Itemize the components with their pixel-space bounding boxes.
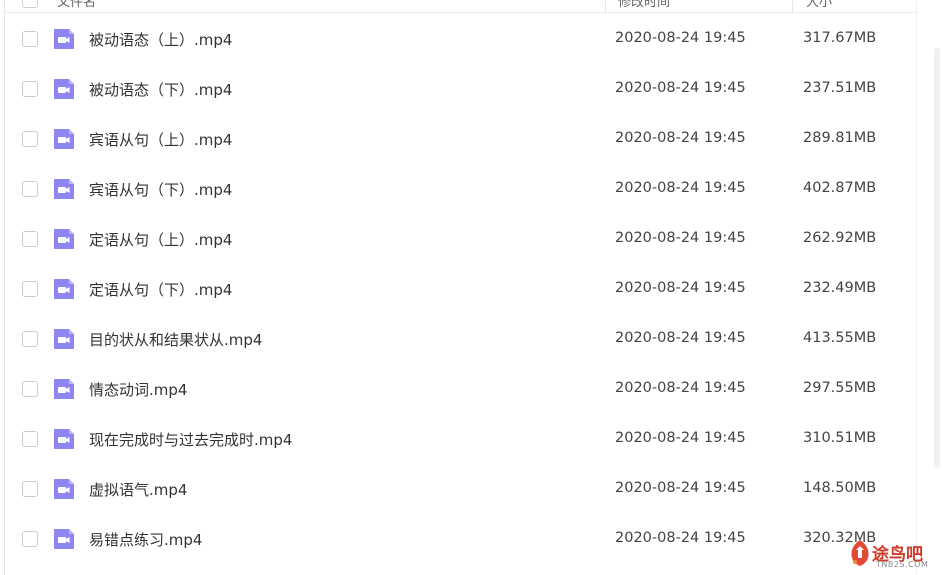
- file-modified-date: 2020-08-24 19:45: [615, 380, 746, 396]
- video-file-icon: [54, 79, 74, 99]
- video-file-icon: [54, 529, 74, 549]
- header-divider[interactable]: [792, 0, 793, 12]
- watermark-subtext: TNB2S.COM: [876, 560, 929, 569]
- row-checkbox[interactable]: [22, 181, 38, 197]
- header-divider[interactable]: [605, 0, 606, 12]
- row-checkbox[interactable]: [22, 31, 38, 47]
- row-checkbox[interactable]: [22, 281, 38, 297]
- file-name[interactable]: 被动语态（下）.mp4: [89, 79, 232, 100]
- row-checkbox[interactable]: [22, 531, 38, 547]
- file-size: 237.51MB: [803, 80, 877, 96]
- select-all-checkbox[interactable]: [22, 0, 38, 8]
- video-file-icon: [54, 379, 74, 399]
- file-browser: 文件名 修改时间 大小 被动语态（上）.mp4 2020-08-24 19:45 3…: [0, 0, 946, 575]
- file-row[interactable]: 宾语从句（上）.mp4 2020-08-24 19:45 289.81MB: [0, 115, 916, 165]
- file-modified-date: 2020-08-24 19:45: [615, 230, 746, 246]
- video-file-icon: [54, 479, 74, 499]
- video-file-icon: [54, 129, 74, 149]
- file-row[interactable]: 现在完成时与过去完成时.mp4 2020-08-24 19:45 310.51MB: [0, 415, 916, 465]
- file-modified-date: 2020-08-24 19:45: [615, 430, 746, 446]
- file-row[interactable]: 易错点练习.mp4 2020-08-24 19:45 320.32MB: [0, 515, 916, 565]
- file-modified-date: 2020-08-24 19:45: [615, 480, 746, 496]
- video-file-icon: [54, 229, 74, 249]
- file-name[interactable]: 现在完成时与过去完成时.mp4: [89, 429, 292, 450]
- video-file-icon: [54, 329, 74, 349]
- file-size: 148.50MB: [803, 480, 877, 496]
- file-size: 317.67MB: [803, 30, 877, 46]
- file-modified-date: 2020-08-24 19:45: [615, 30, 746, 46]
- file-size: 262.92MB: [803, 230, 877, 246]
- row-checkbox[interactable]: [22, 131, 38, 147]
- video-file-icon: [54, 429, 74, 449]
- file-size: 232.49MB: [803, 280, 877, 296]
- video-file-icon: [54, 179, 74, 199]
- file-name[interactable]: 宾语从句（上）.mp4: [89, 129, 232, 150]
- file-name[interactable]: 宾语从句（下）.mp4: [89, 179, 232, 200]
- file-name[interactable]: 目的状从和结果状从.mp4: [89, 329, 262, 350]
- row-checkbox[interactable]: [22, 481, 38, 497]
- row-checkbox[interactable]: [22, 231, 38, 247]
- header-name[interactable]: 文件名: [57, 0, 96, 10]
- file-size: 297.55MB: [803, 380, 877, 396]
- file-row[interactable]: 情态动词.mp4 2020-08-24 19:45 297.55MB: [0, 365, 916, 415]
- file-name[interactable]: 虚拟语气.mp4: [89, 479, 187, 500]
- file-size: 289.81MB: [803, 130, 877, 146]
- file-name[interactable]: 定语从句（上）.mp4: [89, 229, 232, 250]
- file-name[interactable]: 定语从句（下）.mp4: [89, 279, 232, 300]
- row-checkbox[interactable]: [22, 381, 38, 397]
- header-date[interactable]: 修改时间: [618, 0, 670, 10]
- file-modified-date: 2020-08-24 19:45: [615, 180, 746, 196]
- file-modified-date: 2020-08-24 19:45: [615, 80, 746, 96]
- row-checkbox[interactable]: [22, 331, 38, 347]
- file-modified-date: 2020-08-24 19:45: [615, 280, 746, 296]
- video-file-icon: [54, 279, 74, 299]
- row-checkbox[interactable]: [22, 431, 38, 447]
- file-row[interactable]: 定语从句（下）.mp4 2020-08-24 19:45 232.49MB: [0, 265, 916, 315]
- file-size: 310.51MB: [803, 430, 877, 446]
- file-row[interactable]: 虚拟语气.mp4 2020-08-24 19:45 148.50MB: [0, 465, 916, 515]
- file-row[interactable]: 目的状从和结果状从.mp4 2020-08-24 19:45 413.55MB: [0, 315, 916, 365]
- header-size[interactable]: 大小: [806, 0, 832, 10]
- file-row[interactable]: 定语从句（上）.mp4 2020-08-24 19:45 262.92MB: [0, 215, 916, 265]
- file-size: 413.55MB: [803, 330, 877, 346]
- file-row[interactable]: 宾语从句（下）.mp4 2020-08-24 19:45 402.87MB: [0, 165, 916, 215]
- file-modified-date: 2020-08-24 19:45: [615, 330, 746, 346]
- scrollbar-thumb[interactable]: [934, 48, 940, 468]
- watermark: 途鸟吧 TNB2S.COM: [846, 536, 944, 572]
- file-name[interactable]: 情态动词.mp4: [89, 379, 187, 400]
- file-row[interactable]: 被动语态（下）.mp4 2020-08-24 19:45 237.51MB: [0, 65, 916, 115]
- list-header: 文件名 修改时间 大小: [5, 0, 916, 13]
- file-row[interactable]: 被动语态（上）.mp4 2020-08-24 19:45 317.67MB: [0, 15, 916, 65]
- file-name[interactable]: 被动语态（上）.mp4: [89, 29, 232, 50]
- watermark-logo-icon: [851, 540, 869, 566]
- file-modified-date: 2020-08-24 19:45: [615, 130, 746, 146]
- row-checkbox[interactable]: [22, 81, 38, 97]
- file-size: 402.87MB: [803, 180, 877, 196]
- file-name[interactable]: 易错点练习.mp4: [89, 529, 202, 550]
- video-file-icon: [54, 29, 74, 49]
- file-modified-date: 2020-08-24 19:45: [615, 530, 746, 546]
- scrollbar[interactable]: [916, 0, 946, 575]
